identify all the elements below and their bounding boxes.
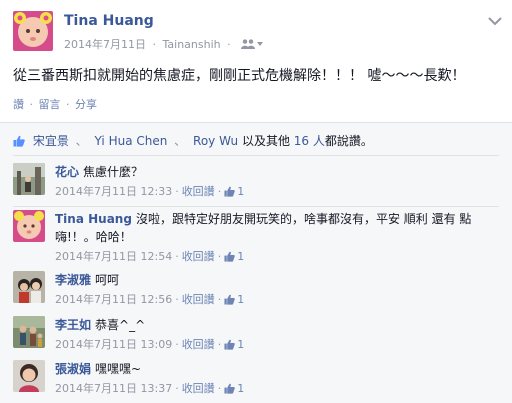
comment-date[interactable]: 2014年7月11日 13:09 — [55, 338, 172, 351]
meta-separator: · — [175, 293, 179, 306]
like-count-value: 1 — [237, 250, 245, 263]
meta-separator: · — [152, 38, 157, 51]
action-separator: · — [66, 98, 70, 111]
like-button[interactable]: 讚 — [13, 98, 24, 111]
comment-text: 呵呵 — [95, 273, 120, 287]
unlike-button[interactable]: 收回讚 — [182, 293, 215, 306]
author-avatar[interactable] — [13, 11, 53, 51]
thumbs-up-icon — [224, 338, 235, 356]
comment-like-count[interactable]: 1 — [224, 338, 244, 351]
comment: 李王如 恭喜^_^ 2014年7月11日 13:09 · 收回讚 · 1 — [13, 316, 503, 354]
unlike-button[interactable]: 收回讚 — [182, 185, 215, 198]
unlike-button[interactable]: 收回讚 — [182, 382, 215, 395]
meta-separator: · — [217, 250, 222, 263]
comment-like-count[interactable]: 1 — [224, 293, 244, 306]
commenter-name[interactable]: 張淑娟 — [55, 362, 91, 376]
like-count-value: 1 — [237, 293, 245, 306]
commenter-avatar[interactable] — [13, 316, 45, 348]
liker-separator: 、 — [75, 134, 88, 148]
liker-separator: 、 — [174, 134, 187, 148]
commenter-name[interactable]: 李王如 — [55, 318, 91, 332]
audience-friends-icon[interactable] — [241, 38, 264, 52]
commenter-avatar[interactable] — [13, 210, 45, 242]
divider — [13, 206, 499, 207]
chevron-down-icon[interactable] — [488, 12, 502, 26]
divider — [13, 155, 499, 156]
post-text: 從三番西斯扣就開始的焦慮症，剛剛正式危機解除！！！ 噓～～～長歎！ — [13, 68, 466, 84]
commenter-name[interactable]: 花心 — [55, 165, 79, 179]
comment-text: 恭喜^_^ — [95, 318, 146, 332]
liker-name[interactable]: Roy Wu — [193, 134, 238, 148]
comment-text: 嘿嘿嘿~ — [95, 362, 142, 376]
thumbs-up-icon — [224, 293, 235, 311]
comment: 李淑雅 呵呵 2014年7月11日 12:56 · 收回讚 · 1 — [13, 271, 503, 309]
post-actions: 讚 · 留言 · 分享 — [13, 96, 97, 112]
commenter-avatar[interactable] — [13, 163, 45, 195]
thumbs-up-icon — [13, 135, 25, 150]
meta-separator: · — [175, 338, 179, 351]
comment-button[interactable]: 留言 — [39, 98, 61, 111]
comment-text: 焦慮什麼？ — [83, 165, 144, 179]
comment-date[interactable]: 2014年7月11日 12:33 — [55, 185, 172, 198]
action-separator: · — [29, 98, 34, 111]
meta-separator: · — [217, 338, 222, 351]
meta-separator: · — [175, 382, 179, 395]
post-location[interactable]: Tainanshih — [163, 38, 221, 51]
meta-separator: · — [227, 38, 231, 51]
meta-separator: · — [175, 250, 179, 263]
commenter-avatar[interactable] — [13, 271, 45, 303]
thumbs-up-icon — [224, 382, 235, 400]
author-name[interactable]: Tina Huang — [64, 13, 154, 29]
commenter-avatar[interactable] — [13, 360, 45, 392]
comment-like-count[interactable]: 1 — [224, 185, 244, 198]
like-count-value: 1 — [237, 382, 245, 395]
comment: 張淑娟 嘿嘿嘿~ 2014年7月11日 13:37 · 收回讚 · 1 — [13, 360, 503, 398]
comment: Tina Huang 沒啦，跟特定好朋友開玩笑的，啥事都沒有，平安 順利 還有 點… — [13, 210, 503, 266]
feedback-area: 宋宜景 、 Yi Hua Chen 、 Roy Wu 以及其他 16 人都說讚。 — [0, 122, 512, 403]
comment-date[interactable]: 2014年7月11日 12:56 — [55, 293, 172, 306]
like-count-value: 1 — [237, 338, 245, 351]
unlike-button[interactable]: 收回讚 — [182, 250, 215, 263]
meta-separator: · — [217, 185, 222, 198]
likes-suffix-post: 都說讚。 — [324, 134, 373, 148]
liker-name[interactable]: 宋宜景 — [33, 134, 69, 148]
post-date[interactable]: 2014年7月11日 — [64, 38, 146, 51]
thumbs-up-icon — [224, 185, 235, 203]
comment: 花心 焦慮什麼？ 2014年7月11日 12:33 · 收回讚 · 1 — [13, 163, 503, 201]
share-button[interactable]: 分享 — [75, 98, 97, 111]
commenter-name[interactable]: 李淑雅 — [55, 273, 91, 287]
likes-summary: 宋宜景 、 Yi Hua Chen 、 Roy Wu 以及其他 16 人都說讚。 — [13, 132, 373, 150]
thumbs-up-icon — [224, 250, 235, 268]
post-meta: 2014年7月11日 · Tainanshih · — [64, 36, 264, 52]
unlike-button[interactable]: 收回讚 — [182, 338, 215, 351]
comment-date[interactable]: 2014年7月11日 13:37 — [55, 382, 172, 395]
comment-like-count[interactable]: 1 — [224, 250, 244, 263]
meta-separator: · — [175, 185, 179, 198]
facebook-post: Tina Huang 2014年7月11日 · Tainanshih · 從三番… — [0, 0, 512, 403]
meta-separator: · — [217, 293, 222, 306]
likes-suffix-pre: 以及其他 — [241, 134, 290, 148]
meta-separator: · — [217, 382, 222, 395]
likes-others-count[interactable]: 16 人 — [294, 134, 325, 148]
comment-like-count[interactable]: 1 — [224, 382, 244, 395]
like-count-value: 1 — [237, 185, 245, 198]
liker-name[interactable]: Yi Hua Chen — [95, 134, 168, 148]
commenter-name[interactable]: Tina Huang — [55, 212, 132, 226]
comment-date[interactable]: 2014年7月11日 12:54 — [55, 250, 172, 263]
